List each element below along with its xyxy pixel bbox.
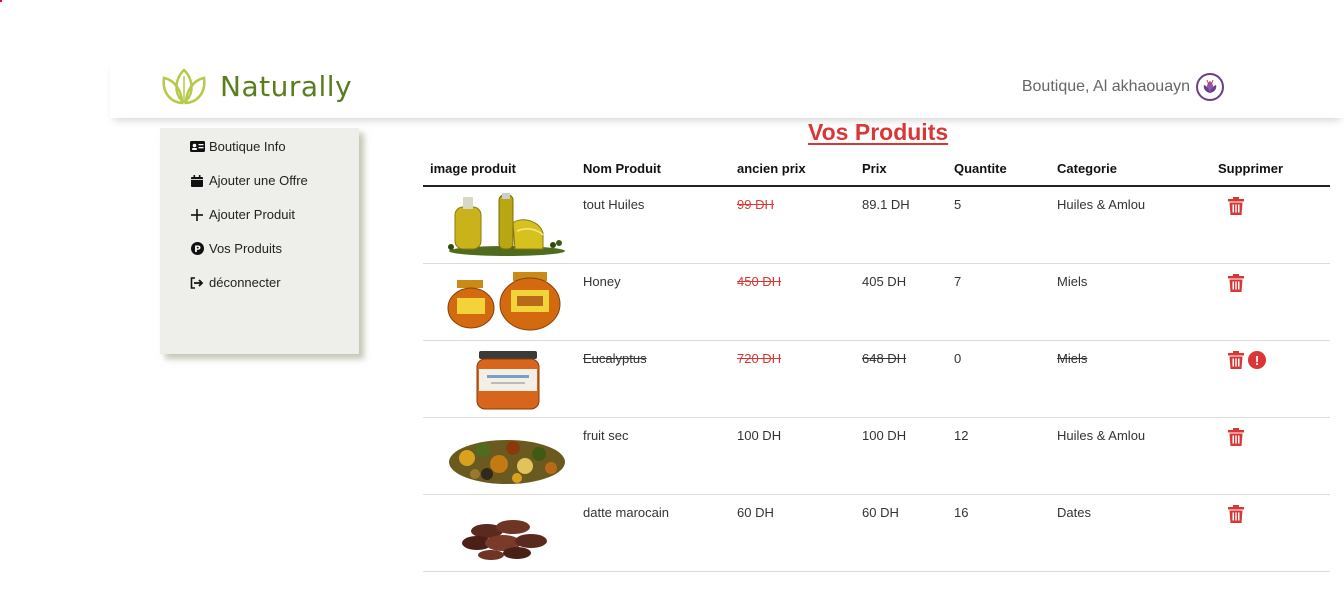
column-header: image produit: [430, 161, 516, 176]
delete-button[interactable]: [1228, 197, 1244, 215]
trash-icon: [1228, 505, 1244, 523]
table-row: fruit sec 100 DH 100 DH 12 Huiles & Amlo…: [423, 418, 1330, 495]
corner-dot: [0, 0, 2, 2]
sidebar-item-label: Ajouter Produit: [209, 207, 295, 222]
column-header: Supprimer: [1218, 161, 1284, 176]
category: Dates: [1057, 505, 1091, 520]
user-label: Boutique, Al akhaouayn: [1021, 78, 1190, 95]
old-price: 450 DH: [737, 274, 782, 289]
sidebar-item-boutique-info[interactable]: Boutique Info: [189, 139, 286, 154]
product-image-dried-fruits: [449, 440, 565, 484]
product-image-dates: [462, 520, 547, 560]
sidebar-item-ajouter-offre[interactable]: Ajouter une Offre: [189, 173, 308, 188]
quantity: 12: [954, 428, 969, 443]
trash-icon: [1228, 428, 1244, 446]
out-of-stock-warning-icon: !: [1248, 351, 1266, 369]
logo[interactable]: Naturally: [160, 66, 352, 106]
delete-button[interactable]: [1228, 274, 1244, 292]
old-price: 99 DH: [737, 197, 774, 212]
product-name: tout Huiles: [583, 197, 645, 212]
table-row: datte marocain 60 DH 60 DH 16 Dates: [423, 495, 1330, 572]
column-header: Nom Produit: [583, 161, 661, 176]
category: Huiles & Amlou: [1057, 428, 1146, 443]
svg-text:P: P: [194, 245, 201, 255]
price: 648 DH: [862, 351, 907, 366]
product-name: datte marocain: [583, 505, 669, 520]
trash-icon: [1228, 197, 1244, 215]
sidebar-item-label: Boutique Info: [209, 139, 286, 154]
page-title: Vos Produits: [808, 119, 949, 145]
delete-button[interactable]: [1228, 505, 1244, 523]
table-row: tout Huiles 99 DH 89.1 DH 5 Huiles & Aml…: [423, 187, 1330, 264]
trash-icon: [1228, 351, 1244, 369]
sidebar-item-label: déconnecter: [209, 275, 281, 290]
category: Miels: [1057, 274, 1088, 289]
id-card-icon: [189, 140, 205, 154]
calendar-icon: [189, 174, 205, 188]
sidebar-item-ajouter-produit[interactable]: Ajouter Produit: [189, 207, 295, 222]
column-header: ancien prix: [737, 161, 806, 176]
product-name: fruit sec: [583, 428, 629, 443]
sidebar-item-vos-produits[interactable]: P Vos Produits: [189, 241, 282, 256]
category: Huiles & Amlou: [1057, 197, 1146, 212]
product-image-oil: [448, 193, 565, 256]
column-header: Categorie: [1057, 161, 1117, 176]
quantity: 0: [954, 351, 962, 366]
quantity: 5: [954, 197, 962, 212]
sidebar-item-label: Ajouter une Offre: [209, 173, 308, 188]
old-price: 720 DH: [737, 351, 782, 366]
leaf-logo-icon: [162, 68, 206, 105]
table-row: Eucalyptus 720 DH 648 DH 0 Miels !: [423, 341, 1330, 418]
table-header: image produit Nom Produit ancien prix Pr…: [423, 155, 1330, 187]
quantity: 16: [954, 505, 969, 520]
logout-icon: [189, 276, 205, 290]
price: 89.1 DH: [862, 197, 910, 212]
sidebar-item-deconnecter[interactable]: déconnecter: [189, 275, 281, 290]
product-image-eucalyptus: [476, 351, 540, 410]
brand-name: Naturally: [220, 69, 353, 103]
column-header: Quantite: [954, 161, 1007, 176]
price: 60 DH: [862, 505, 899, 520]
top-header: Naturally Boutique, Al akhaouayn: [110, 58, 1344, 118]
product-name: Eucalyptus: [583, 351, 647, 366]
quantity: 7: [954, 274, 962, 289]
table-row: Honey 450 DH 405 DH 7 Miels: [423, 264, 1330, 341]
category: Miels: [1057, 351, 1088, 366]
product-name: Honey: [583, 274, 621, 289]
saffron-flower-icon: [1203, 79, 1217, 93]
price: 100 DH: [862, 428, 907, 443]
delete-button[interactable]: [1228, 428, 1244, 446]
product-image-honey: [447, 272, 561, 331]
old-price: 100 DH: [737, 428, 782, 443]
sidebar: Boutique Info Ajouter une Offre Ajouter …: [160, 128, 359, 354]
delete-button[interactable]: !: [1228, 351, 1266, 369]
trash-icon: [1228, 274, 1244, 292]
sidebar-item-label: Vos Produits: [209, 241, 282, 256]
user-menu[interactable]: Boutique, Al akhaouayn: [1022, 73, 1224, 101]
plus-icon: [189, 208, 205, 222]
product-p-icon: P: [189, 242, 205, 256]
column-header: Prix: [862, 161, 887, 176]
old-price: 60 DH: [737, 505, 774, 520]
products-table: image produit Nom Produit ancien prix Pr…: [423, 155, 1330, 572]
price: 405 DH: [862, 274, 907, 289]
avatar[interactable]: [1196, 73, 1224, 101]
